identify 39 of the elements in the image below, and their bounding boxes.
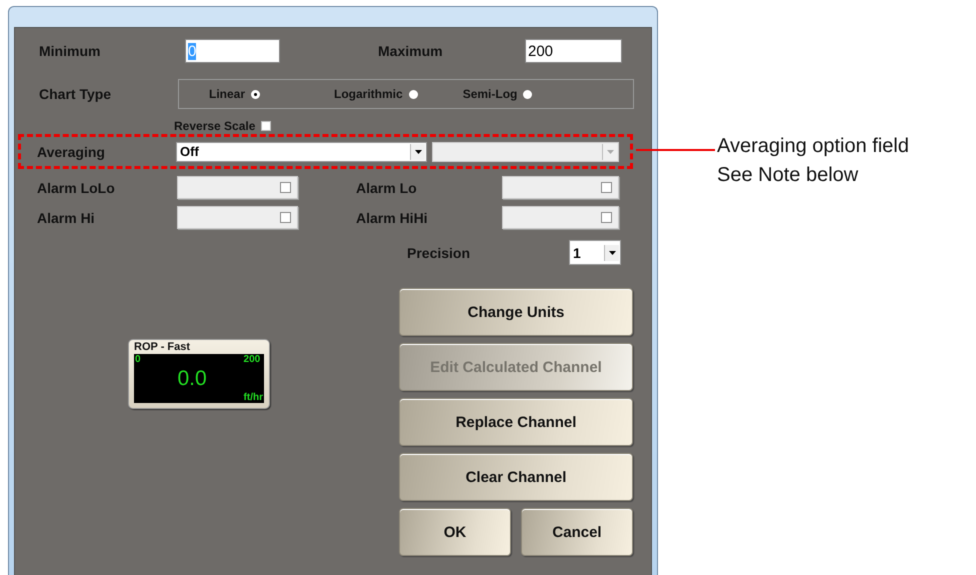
caret-icon xyxy=(414,150,422,154)
annotation-text: See Note below xyxy=(717,163,860,188)
field-label: Alarm Hi xyxy=(37,210,96,226)
dialog-button[interactable]: OK xyxy=(399,508,511,556)
dropdown-button[interactable] xyxy=(410,144,425,160)
field-label: Alarm LoLo xyxy=(37,180,116,196)
precision-dropdown[interactable]: 1 xyxy=(569,240,621,265)
field-label: Precision xyxy=(407,244,472,260)
field-label: Alarm Lo xyxy=(356,180,418,196)
radio-label: Logarithmic xyxy=(334,87,403,101)
checkbox-label: Reverse Scale xyxy=(174,119,256,133)
annotation-text: Averaging option field xyxy=(717,134,909,159)
dropdown-button[interactable] xyxy=(604,244,619,260)
checkbox[interactable] xyxy=(261,121,272,131)
radio-button[interactable] xyxy=(523,90,532,98)
gauge-value: 0.0 xyxy=(177,366,207,390)
dialog-button[interactable]: Replace Channel xyxy=(399,398,633,446)
gauge-title: ROP - Fast xyxy=(134,341,192,354)
field-label: Minimum xyxy=(39,43,102,59)
radio-button[interactable] xyxy=(251,90,260,98)
field-label: Maximum xyxy=(378,43,444,59)
field-value: 200 xyxy=(528,42,554,60)
gauge-max: 200 xyxy=(244,354,262,365)
field-value: 0 xyxy=(188,42,196,60)
text-field[interactable]: 200 xyxy=(525,39,622,63)
dialog-button[interactable]: Change Units xyxy=(399,288,633,336)
radio-button[interactable] xyxy=(408,90,418,98)
gauge-unit: ft/hr xyxy=(244,392,263,403)
radio-label: Semi-Log xyxy=(462,87,518,101)
dialog-button[interactable]: Clear Channel xyxy=(399,453,633,501)
field-label: Averaging xyxy=(37,144,106,160)
caret-icon xyxy=(608,250,616,254)
averaging-dropdown[interactable]: Off xyxy=(176,142,427,162)
dialog-button[interactable]: Cancel xyxy=(521,508,633,556)
field-label: Alarm HiHi xyxy=(356,210,429,226)
field-label: Chart Type xyxy=(39,86,112,102)
gauge-min: 0 xyxy=(135,354,141,365)
radio-label: Linear xyxy=(209,87,246,101)
caret-icon xyxy=(606,150,614,154)
